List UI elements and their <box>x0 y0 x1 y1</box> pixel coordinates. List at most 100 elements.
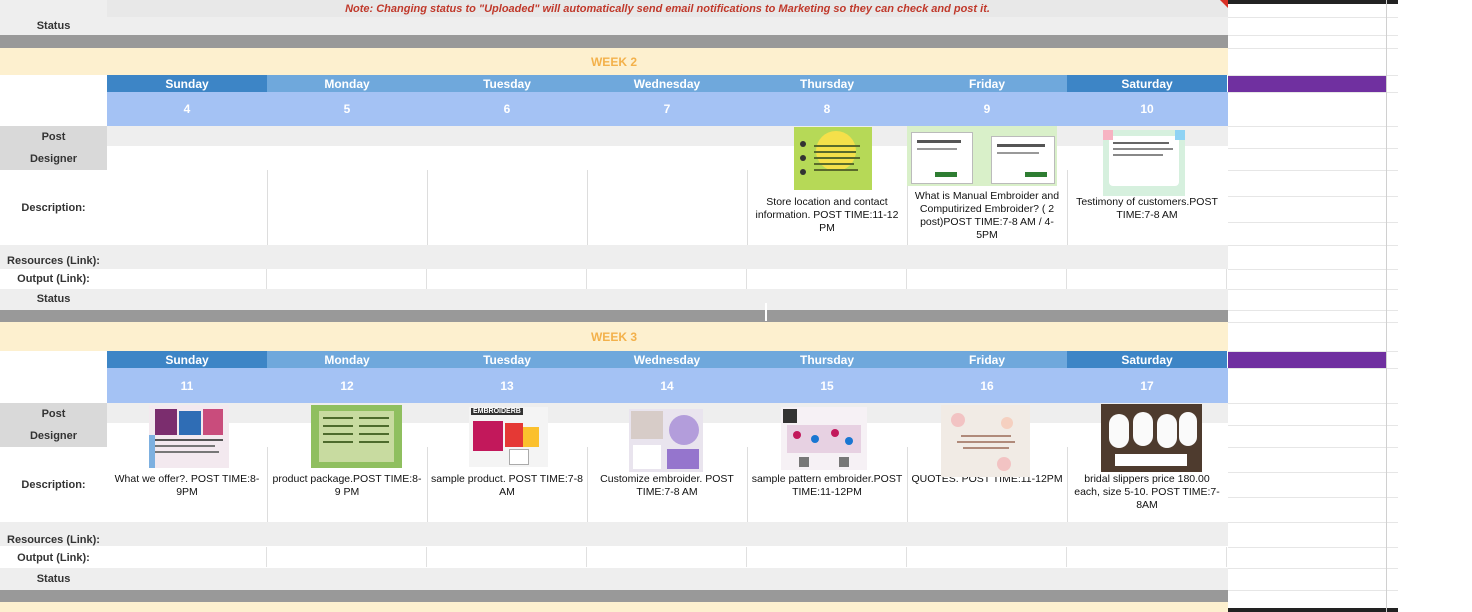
top-black-bar <box>1228 0 1398 4</box>
sample-product-thumbnail[interactable]: EMBROIDERB <box>469 407 548 467</box>
output-cell[interactable] <box>267 547 427 567</box>
output-cell[interactable] <box>587 547 747 567</box>
quotes-thumbnail[interactable] <box>941 405 1030 477</box>
separator-band-3 <box>0 590 1228 602</box>
output-cell[interactable] <box>1067 269 1227 289</box>
product-package-thumbnail[interactable] <box>311 405 402 468</box>
date-16: 16 <box>980 378 994 393</box>
date-9: 9 <box>983 102 991 116</box>
output-cell[interactable] <box>747 269 907 289</box>
purple-marker-week2 <box>1228 75 1387 92</box>
description-text: sample pattern embroider.POST TIME:11-12… <box>751 473 903 498</box>
output-cell[interactable] <box>907 269 1067 289</box>
output-cell[interactable] <box>427 547 587 567</box>
grid-line <box>1228 351 1398 352</box>
status-row-w2 <box>0 289 1228 310</box>
description-cell[interactable] <box>267 146 427 245</box>
column-divider <box>1067 170 1068 245</box>
resources-row-w2 <box>0 245 1228 269</box>
day-header-thursday: Thursday <box>747 351 907 368</box>
grid-line <box>1228 547 1398 548</box>
purple-marker-week3 <box>1228 351 1387 368</box>
column-divider <box>747 447 748 522</box>
resources-label-w3: Resources (Link): <box>7 534 100 546</box>
column-divider <box>267 170 268 245</box>
right-column-divider <box>1386 0 1387 612</box>
designer-label-w2: Designer <box>0 148 107 170</box>
day-header-thursday: Thursday <box>747 75 907 92</box>
grid-line <box>1228 289 1398 290</box>
date-7: 7 <box>663 102 671 116</box>
grid-line <box>1228 126 1398 127</box>
top-left-corner <box>0 0 107 17</box>
day-header-tuesday: Tuesday <box>427 351 587 368</box>
description-text: Store location and contact information. … <box>755 196 899 234</box>
description-text: Testimony of customers.POST TIME:7-8 AM <box>1076 196 1218 221</box>
day-header-sunday: Sunday <box>107 75 267 92</box>
day-header-monday: Monday <box>267 75 427 92</box>
grid-line <box>1228 522 1398 523</box>
status-row-prev <box>0 17 1228 35</box>
column-divider <box>907 447 908 522</box>
bottom-black-bar <box>1228 608 1398 612</box>
column-divider <box>587 447 588 522</box>
output-cell[interactable] <box>267 269 427 289</box>
output-cell[interactable] <box>107 269 267 289</box>
resources-row-w3 <box>0 522 1228 546</box>
day-header-wednesday: Wednesday <box>587 75 747 92</box>
column-divider <box>427 447 428 522</box>
output-cell[interactable] <box>747 547 907 567</box>
grid-line <box>1228 35 1398 36</box>
status-row-w3 <box>0 568 1228 590</box>
column-divider <box>747 170 748 245</box>
grid-line <box>1228 590 1398 591</box>
grid-line <box>1228 403 1398 404</box>
date-14: 14 <box>660 378 674 393</box>
grid-line <box>1228 75 1398 76</box>
date-13: 13 <box>500 378 514 393</box>
description-text: product package.POST TIME:8-9 PM <box>272 473 422 498</box>
testimony-thumbnail[interactable] <box>1103 130 1185 196</box>
output-cell[interactable] <box>107 547 267 567</box>
description-text: What is Manual Embroider and Computirize… <box>914 190 1060 241</box>
description-cell[interactable] <box>107 146 267 245</box>
grid-line <box>1228 269 1398 270</box>
grid-line <box>1228 425 1398 426</box>
what-we-offer-thumbnail[interactable] <box>149 405 229 468</box>
embroider-logo-text: EMBROIDERB <box>471 408 523 415</box>
day-header-saturday: Saturday <box>1067 351 1227 368</box>
date-15: 15 <box>820 378 834 393</box>
day-header-saturday: Saturday <box>1067 75 1227 92</box>
output-cell[interactable] <box>1067 547 1227 567</box>
output-label-w3: Output (Link): <box>17 552 90 564</box>
grid-line <box>1228 48 1398 49</box>
week-2-header: WEEK 2 <box>0 48 1228 75</box>
output-cell[interactable] <box>427 269 587 289</box>
column-divider <box>587 170 588 245</box>
post-label-w2: Post <box>0 126 107 148</box>
sample-pattern-thumbnail[interactable] <box>781 407 867 470</box>
week-3-header: WEEK 3 <box>0 322 1228 351</box>
description-cell[interactable] <box>587 146 747 245</box>
embroider-comparison-thumbnail[interactable] <box>907 126 1057 186</box>
date-6: 6 <box>503 102 511 116</box>
grid-line <box>1228 245 1398 246</box>
grid-line <box>1228 322 1398 323</box>
output-label-w2: Output (Link): <box>17 273 90 285</box>
status-label-w3: Status <box>36 573 71 585</box>
store-location-thumbnail[interactable] <box>794 127 872 190</box>
grid-line <box>1228 447 1398 448</box>
description-text: Customize embroider. POST TIME:7-8 AM <box>600 473 734 498</box>
description-cell[interactable] <box>427 146 587 245</box>
resources-label-w2: Resources (Link): <box>7 255 100 267</box>
grid-line <box>1228 196 1398 197</box>
bridal-slippers-thumbnail[interactable] <box>1101 404 1202 472</box>
day-header-friday: Friday <box>907 351 1067 368</box>
customize-embroider-thumbnail[interactable] <box>629 409 703 472</box>
description-label-w3: Description: <box>21 478 86 491</box>
column-divider <box>267 447 268 522</box>
output-cell[interactable] <box>907 547 1067 567</box>
output-cell[interactable] <box>587 269 747 289</box>
separator-band-2 <box>0 310 1228 322</box>
day-header-sunday: Sunday <box>107 351 267 368</box>
